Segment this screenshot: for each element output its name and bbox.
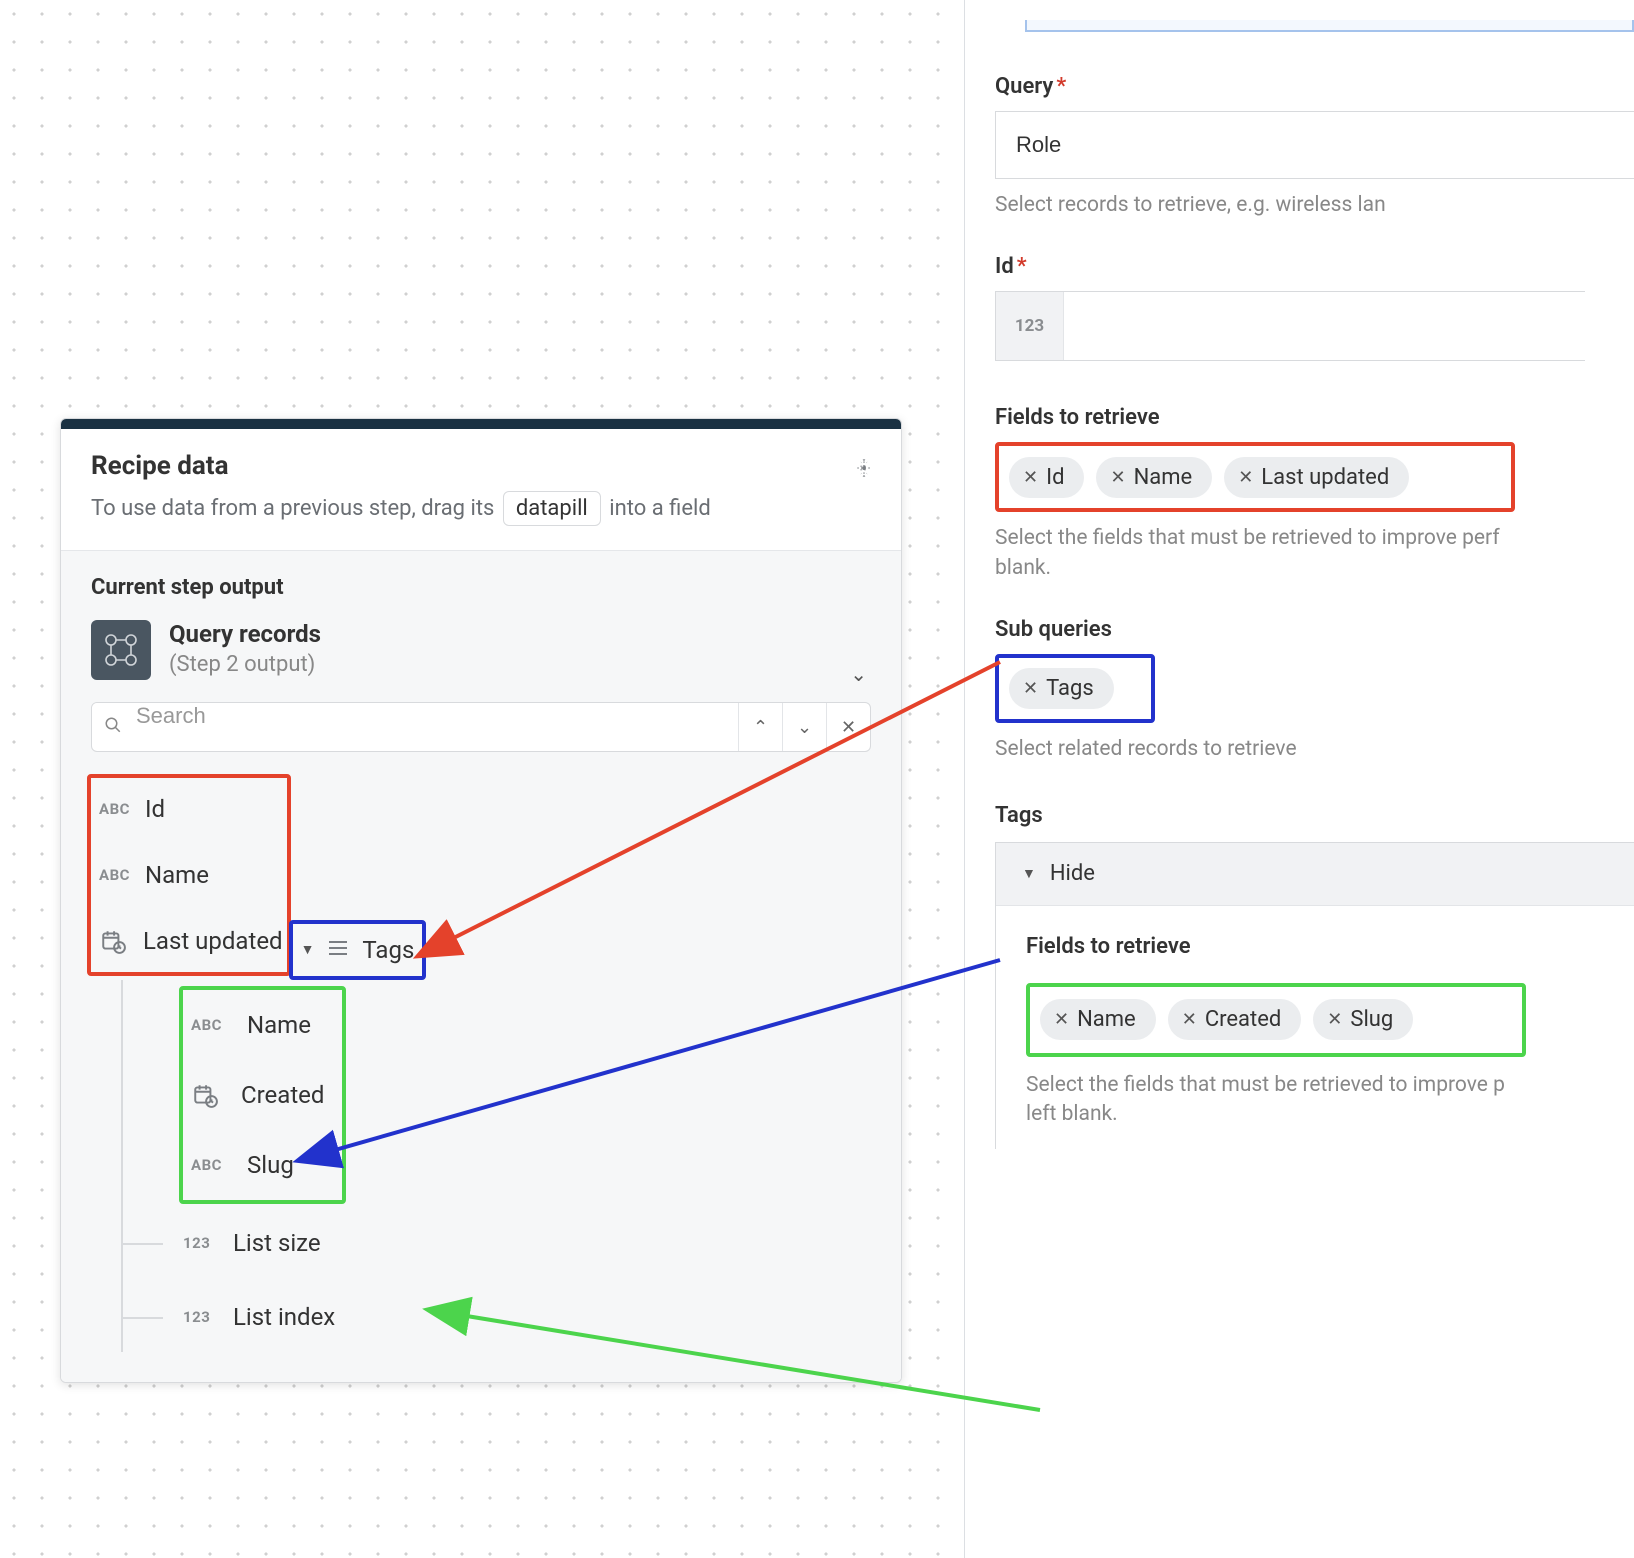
step-subtitle: (Step 2 output) xyxy=(169,652,321,677)
datapill-list-index[interactable]: 123 List index xyxy=(123,1282,871,1352)
type-datetime-icon xyxy=(99,927,127,955)
chip-tags-slug[interactable]: ✕Slug xyxy=(1313,999,1413,1040)
query-hint: Select records to retrieve, e.g. wireles… xyxy=(995,191,1634,220)
tree-lines: ABC Name Created ABC Slug xyxy=(121,980,871,1352)
datapill-list-size[interactable]: 123 List size xyxy=(123,1204,871,1282)
recipe-title: Recipe data xyxy=(91,451,871,481)
search-row: ⌃ ⌄ ✕ xyxy=(91,702,871,752)
search-input[interactable] xyxy=(92,703,438,729)
step-icon xyxy=(91,620,151,680)
list-icon xyxy=(326,938,350,962)
recipe-header: Recipe data To use data from a previous … xyxy=(61,429,901,551)
form-panel: Query* Select records to retrieve, e.g. … xyxy=(964,0,1634,1558)
tags-fields-chip-box[interactable]: ✕Name ✕Created ✕Slug xyxy=(1030,987,1522,1053)
top-fields-highlight-red: ABC Id ABC Name Last updated xyxy=(87,774,291,976)
search-prev-button[interactable]: ⌃ xyxy=(738,703,782,751)
type-abc-icon: ABC xyxy=(191,1016,231,1034)
remove-icon[interactable]: ✕ xyxy=(1238,467,1253,488)
tags-section-group: Tags ▼ Hide Fields to retrieve ✕Name ✕Cr… xyxy=(995,803,1634,1150)
search-icon xyxy=(104,716,122,738)
remove-icon[interactable]: ✕ xyxy=(1110,467,1125,488)
remove-icon[interactable]: ✕ xyxy=(1054,1009,1069,1030)
id-type-prefix: 123 xyxy=(996,292,1064,360)
sub-queries-label: Sub queries xyxy=(995,617,1634,642)
chip-id[interactable]: ✕Id xyxy=(1009,457,1084,498)
datapill-chip: datapill xyxy=(503,491,601,526)
id-label: Id* xyxy=(995,254,1634,279)
type-datetime-icon xyxy=(191,1081,219,1109)
remove-icon[interactable]: ✕ xyxy=(1182,1009,1197,1030)
fields-hint: Select the fields that must be retrieved… xyxy=(995,524,1634,583)
chip-tags[interactable]: ✕Tags xyxy=(1009,668,1114,709)
datapill-id[interactable]: ABC Id xyxy=(93,780,283,838)
fields-label: Fields to retrieve xyxy=(995,405,1634,430)
recipe-subtitle: To use data from a previous step, drag i… xyxy=(91,491,871,526)
tags-collapse: ▼ Hide Fields to retrieve ✕Name ✕Created… xyxy=(995,842,1634,1150)
chip-tags-name[interactable]: ✕Name xyxy=(1040,999,1156,1040)
chip-last-updated[interactable]: ✕Last updated xyxy=(1224,457,1409,498)
current-step-output-heading: Current step output xyxy=(91,575,871,600)
datapill-tags-list[interactable]: ▼ Tags xyxy=(297,924,415,976)
sub-queries-hint: Select related records to retrieve xyxy=(995,735,1634,764)
datapill-last-updated[interactable]: Last updated xyxy=(93,912,283,970)
caret-down-icon: ▼ xyxy=(1022,865,1036,882)
tags-children-highlight-green: ABC Name Created ABC Slug xyxy=(179,986,346,1204)
remove-icon[interactable]: ✕ xyxy=(1327,1009,1342,1030)
query-label: Query* xyxy=(995,74,1634,99)
tags-fields-hint: Select the fields that must be retrieved… xyxy=(1026,1071,1634,1130)
type-abc-icon: ABC xyxy=(191,1156,231,1174)
tags-hide-toggle[interactable]: ▼ Hide xyxy=(996,843,1634,905)
remove-icon[interactable]: ✕ xyxy=(1023,467,1038,488)
tags-fields-label: Fields to retrieve xyxy=(1026,934,1634,959)
datapill-tags-slug[interactable]: ABC Slug xyxy=(191,1132,324,1198)
sub-queries-chip-box[interactable]: ✕Tags xyxy=(999,658,1151,719)
type-number-icon: 123 xyxy=(183,1308,227,1326)
tags-highlight-blue: ▼ Tags xyxy=(289,920,427,980)
step-caret-icon[interactable]: ⌄ xyxy=(850,662,867,686)
search-clear-button[interactable]: ✕ xyxy=(826,703,870,751)
remove-icon[interactable]: ✕ xyxy=(1023,678,1038,699)
tags-section-label: Tags xyxy=(995,803,1634,828)
fields-chip-box[interactable]: ✕Id ✕Name ✕Last updated xyxy=(999,446,1511,508)
sub-queries-highlight-blue: ✕Tags xyxy=(995,654,1155,723)
datapill-name[interactable]: ABC Name xyxy=(93,838,283,912)
step-title: Query records xyxy=(169,620,321,648)
type-abc-icon: ABC xyxy=(99,866,139,884)
fields-to-retrieve-group: Fields to retrieve ✕Id ✕Name ✕Last updat… xyxy=(995,405,1634,583)
recipe-body: Current step output Query records (Step … xyxy=(61,551,901,1382)
tags-fields-highlight-green: ✕Name ✕Created ✕Slug xyxy=(1026,983,1526,1057)
type-abc-icon: ABC xyxy=(99,800,139,818)
drag-handle-icon[interactable] xyxy=(853,457,875,485)
tags-collapse-body: Fields to retrieve ✕Name ✕Created ✕Slug … xyxy=(996,905,1634,1150)
caret-down-icon: ▼ xyxy=(301,941,315,958)
datapill-tags-name[interactable]: ABC Name xyxy=(191,992,324,1058)
recipe-data-panel: Recipe data To use data from a previous … xyxy=(60,418,902,1383)
sub-queries-group: Sub queries ✕Tags Select related records… xyxy=(995,617,1634,764)
top-info-box-partial xyxy=(1025,20,1634,32)
query-field-group: Query* Select records to retrieve, e.g. … xyxy=(995,74,1634,220)
query-input[interactable] xyxy=(995,111,1634,179)
datapill-tags-created[interactable]: Created xyxy=(191,1058,324,1132)
chip-tags-created[interactable]: ✕Created xyxy=(1168,999,1302,1040)
id-field-group: Id* 123 xyxy=(995,254,1634,361)
panel-top-bar xyxy=(61,419,901,429)
chip-name[interactable]: ✕Name xyxy=(1096,457,1212,498)
search-next-button[interactable]: ⌄ xyxy=(782,703,826,751)
step-block[interactable]: Query records (Step 2 output) ⌄ xyxy=(91,620,871,680)
fields-highlight-red: ✕Id ✕Name ✕Last updated xyxy=(995,442,1515,512)
type-number-icon: 123 xyxy=(183,1234,227,1252)
id-input-box[interactable]: 123 xyxy=(995,291,1585,361)
